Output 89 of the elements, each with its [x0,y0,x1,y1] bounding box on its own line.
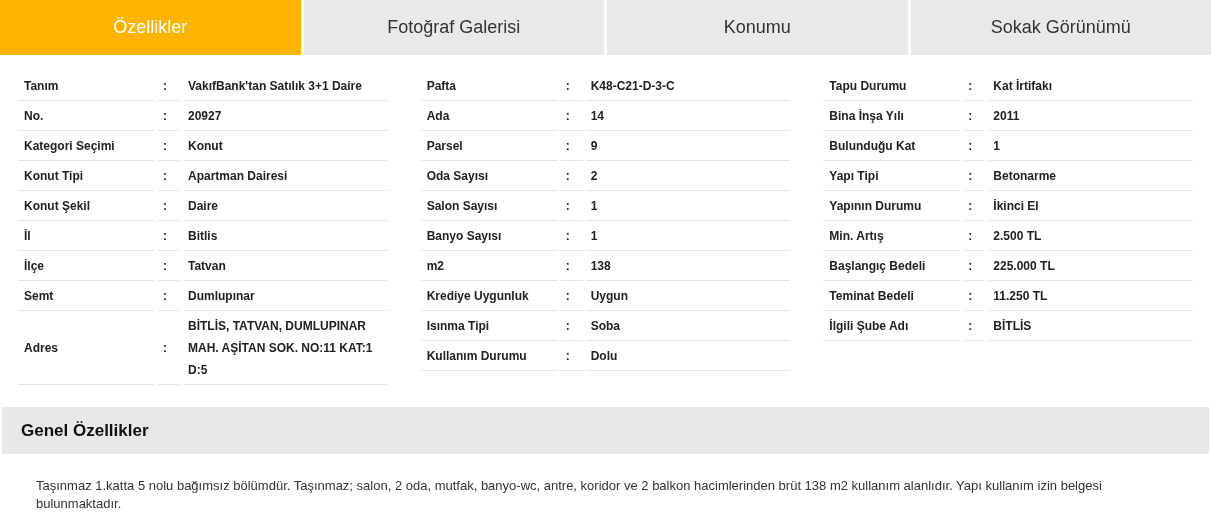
separator: : [163,227,167,245]
property-value: 20927 [188,107,222,125]
separator: : [565,137,570,155]
property-label: Tapu Durumu [829,77,907,95]
tab[interactable]: Sokak Görünümü [910,0,1211,55]
property-label: Parsel [426,137,463,155]
separator: : [968,107,973,125]
property-value: Apartman Dairesi [188,167,288,185]
property-label: Kullanım Durumu [426,347,527,365]
property-value: 9 [590,137,598,155]
property-label: m2 [426,257,444,275]
separator: : [968,167,973,185]
property-value: Kat İrtifakı [993,77,1053,95]
separator: : [163,197,167,215]
separator: : [968,137,973,155]
property-label: Kategori Seçimi [24,137,115,155]
property-label: Semt [24,287,54,305]
property-label: Min. Artış [829,227,884,245]
property-label: Konut Tipi [24,167,84,185]
separator: : [565,347,570,365]
separator: : [968,287,973,305]
property-value: 2.500 TL [993,227,1042,245]
property-value: 2 [590,167,598,185]
separator: : [163,77,167,95]
property-value: Daire [188,197,219,215]
property-label: Bulunduğu Kat [829,137,916,155]
tab[interactable]: Fotoğraf Galerisi [303,0,604,55]
separator: : [565,257,570,275]
separator: : [163,257,167,275]
property-label: Başlangıç Bedeli [829,257,926,275]
property-value: Tatvan [188,257,226,275]
property-label: Banyo Sayısı [426,227,502,245]
property-label: Yapının Durumu [829,197,922,215]
property-value: Soba [590,317,620,335]
property-value: 11.250 TL [993,287,1048,305]
property-value: 1 [993,137,1001,155]
separator: : [968,257,973,275]
separator: : [163,287,167,305]
property-value: BİTLİS, TATVAN, DUMLUPINAR MAH. AŞİTAN SOK. NO:11 KAT:1 D:5 [188,317,374,379]
separator: : [565,317,570,335]
separator: : [163,137,167,155]
separator: : [163,167,167,185]
property-value: 2011 [993,107,1020,125]
separator: : [565,77,570,95]
property-label: Salon Sayısı [426,197,498,215]
property-label: Yapı Tipi [829,167,879,185]
property-value: Dumlupınar [188,287,255,305]
separator: : [968,317,973,335]
separator: : [163,339,167,357]
property-label: İl [24,227,31,245]
property-label: Ada [426,107,450,125]
property-label: Konut Şekil [24,197,90,215]
property-value: VakıfBank'tan Satılık 3+1 Daire [188,77,362,95]
separator: : [565,287,570,305]
property-value: Betonarme [993,167,1057,185]
separator: : [565,167,570,185]
property-label: Teminat Bedeli [829,287,914,305]
property-value: BİTLİS [993,317,1032,335]
property-label: Pafta [426,77,456,95]
separator: : [968,77,973,95]
property-label: İlgili Şube Adı [829,317,909,335]
property-label: Tanım [24,77,59,95]
property-value: Dolu [590,347,618,365]
property-value: 1 [590,227,598,245]
property-label: Isınma Tipi [426,317,490,335]
property-label: Bina İnşa Yılı [829,107,904,125]
property-label: Krediye Uygunluk [426,287,529,305]
property-label: Oda Sayısı [426,167,489,185]
property-value: Bitlis [188,227,218,245]
property-value: 14 [590,107,605,125]
property-value: 225.000 TL [993,257,1055,275]
property-label: Adres [24,339,58,357]
property-value: 138 [590,257,611,275]
property-value: K48-C21-D-3-C [590,77,675,95]
property-value: Konut [188,137,223,155]
property-label: İlçe [24,257,44,275]
property-label: No. [24,107,44,125]
tab[interactable]: Konumu [607,0,908,55]
separator: : [565,107,570,125]
description-text: Taşınmaz 1.katta 5 nolu bağımsız bölümdür. Taşınmaz; salon, 2 oda, mutfak, banyo-wc, antre, koridor ve 2 balkon hacimlerinden brüt 138 m2 kullanım alanlıdır. Yapı kullanım izin belgesi bulunmaktadır. [35,477,1103,513]
separator: : [565,227,570,245]
property-value: Uygun [590,287,628,305]
separator: : [968,197,973,215]
property-value: İkinci El [993,197,1039,215]
section-title: Genel Özellikler [21,419,149,442]
property-value: 1 [590,197,598,215]
separator: : [163,107,167,125]
separator: : [565,197,570,215]
separator: : [968,227,973,245]
